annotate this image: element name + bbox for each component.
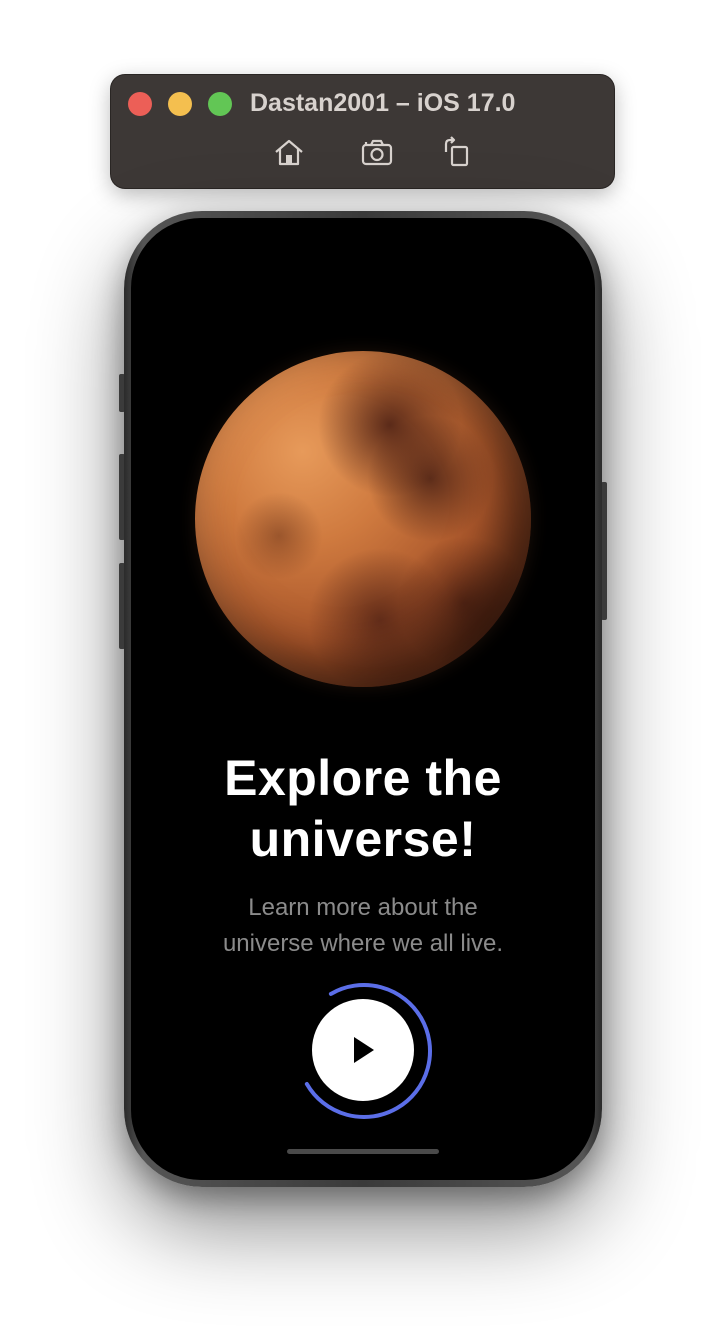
- phone-screen: Explore the universe! Learn more about t…: [131, 218, 595, 1180]
- subtitle-line-2: universe where we all live.: [222, 930, 504, 957]
- rotate-icon[interactable]: [440, 136, 474, 170]
- headline-line-1: Explore the: [224, 750, 502, 806]
- home-indicator[interactable]: [287, 1149, 439, 1154]
- camera-icon[interactable]: [360, 136, 394, 170]
- mars-planet-image: [195, 351, 531, 687]
- stage: Dastan2001 – iOS 17.0 Explore the univer…: [0, 0, 726, 1338]
- headline: Explore the universe!: [131, 748, 595, 870]
- home-icon[interactable]: [272, 136, 306, 170]
- headline-line-2: universe!: [249, 811, 477, 867]
- play-icon: [354, 1037, 374, 1063]
- window-zoom-button[interactable]: [208, 92, 232, 116]
- subtitle: Learn more about the universe where we a…: [131, 890, 595, 962]
- subtitle-line-1: Learn more about the: [248, 894, 478, 921]
- simulator-title: Dastan2001 – iOS 17.0: [250, 89, 516, 117]
- window-minimize-button[interactable]: [168, 92, 192, 116]
- play-button[interactable]: [312, 999, 414, 1101]
- window-close-button[interactable]: [128, 92, 152, 116]
